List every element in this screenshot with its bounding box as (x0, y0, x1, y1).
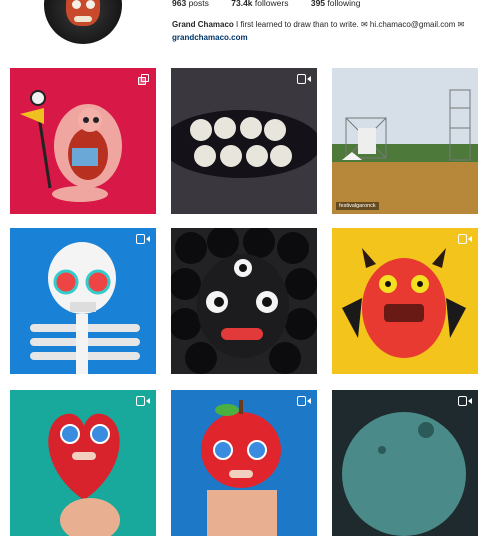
profile-avatar[interactable] (44, 0, 122, 44)
video-camera-icon (297, 396, 311, 406)
posts-count: 963 posts (172, 0, 209, 8)
bio-text: I first learned to draw than to write. ✉… (233, 20, 465, 29)
post-image (171, 110, 317, 178)
profile-bio: Grand Chamaco I first learned to draw th… (172, 20, 464, 29)
following-count[interactable]: 395 following (311, 0, 361, 8)
followers-number: 73.4k (231, 0, 253, 8)
followers-count[interactable]: 73.4k followers (231, 0, 288, 8)
video-camera-icon (136, 396, 150, 406)
avatar-mouth (74, 16, 92, 22)
post-image (332, 68, 478, 214)
avatar-eye (72, 0, 81, 9)
video-camera-icon (458, 396, 472, 406)
posts-number: 963 (172, 0, 187, 8)
post-location-tag: festivalgaronck (336, 202, 379, 210)
post-tile-8[interactable] (171, 390, 317, 536)
post-tile-2[interactable] (171, 68, 317, 214)
post-image (342, 248, 466, 358)
post-image (342, 412, 466, 536)
avatar-eye (86, 0, 95, 9)
post-image (201, 400, 281, 536)
profile-stats: 963 posts 73.4k followers 395 following (172, 0, 380, 8)
post-image (30, 242, 140, 374)
following-number: 395 (310, 0, 326, 8)
post-tile-5[interactable] (171, 228, 317, 374)
video-camera-icon (136, 234, 150, 244)
multiple-posts-icon (138, 74, 150, 86)
profile-name: Grand Chamaco (172, 20, 234, 29)
post-tile-3[interactable]: festivalgaronck (332, 68, 478, 214)
post-image (48, 413, 120, 536)
profile-website-link[interactable]: grandchamaco.com (172, 33, 248, 42)
following-label: following (327, 0, 361, 8)
post-image (171, 228, 317, 374)
followers-label: followers (254, 0, 289, 8)
post-tile-6[interactable] (332, 228, 478, 374)
post-image (20, 90, 122, 202)
post-tile-7[interactable] (10, 390, 156, 536)
video-camera-icon (297, 74, 311, 84)
post-tile-4[interactable] (10, 228, 156, 374)
post-tile-1[interactable] (10, 68, 156, 214)
video-camera-icon (458, 234, 472, 244)
posts-label: posts (188, 0, 209, 8)
post-tile-9[interactable] (332, 390, 478, 536)
